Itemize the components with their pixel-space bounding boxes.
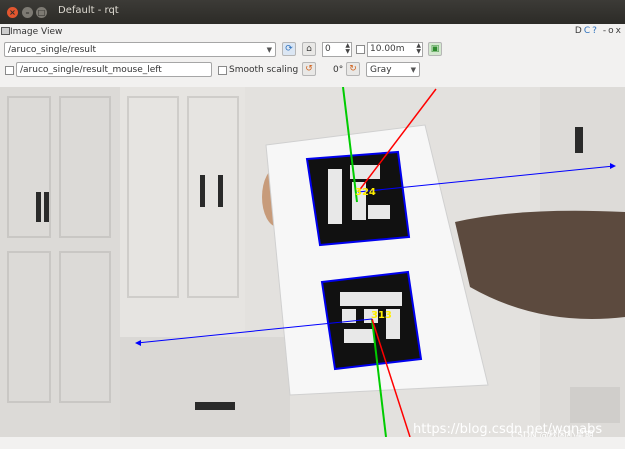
- window-close-button[interactable]: ×: [7, 7, 18, 18]
- topic-combobox[interactable]: /aruco_single/result ▼: [4, 42, 276, 57]
- close-plugin-icon[interactable]: x: [616, 26, 621, 36]
- camera-image: [0, 87, 625, 437]
- mouse-topic-field[interactable]: /aruco_single/result_mouse_left: [16, 62, 212, 77]
- distance-spinbox[interactable]: 10.00m ▲ ▼: [367, 42, 423, 57]
- distance-value: 10.00m: [370, 44, 405, 54]
- topic-value: /aruco_single/result: [8, 45, 97, 55]
- zoom-button[interactable]: ⌂: [302, 42, 316, 56]
- marker-id-label: 313: [371, 310, 392, 321]
- zoom-icon: ⌂: [306, 44, 312, 54]
- window-minimize-button[interactable]: –: [22, 7, 33, 18]
- chevron-down-icon: ▼: [266, 46, 272, 54]
- save-icon: ▣: [430, 44, 440, 54]
- dock-icon[interactable]: D: [575, 26, 582, 36]
- mouse-topic-value: /aruco_single/result_mouse_left: [20, 65, 162, 75]
- minimize-plugin-icon[interactable]: -: [603, 26, 606, 36]
- plugin-title: Image View: [10, 27, 63, 37]
- options-icon[interactable]: o: [608, 26, 614, 36]
- watermark-author: CSDN @秋闲小星期: [511, 431, 594, 437]
- minimize-icon: –: [25, 8, 30, 17]
- spin-arrows-icon: ▲ ▼: [416, 42, 421, 55]
- rotation-spinbox[interactable]: 0 ▲ ▼: [322, 42, 352, 57]
- help-icon[interactable]: ?: [592, 26, 597, 36]
- marker-id-label: 324: [355, 187, 376, 198]
- refresh-icon: ⟳: [285, 44, 293, 54]
- color-scheme-value: Gray: [370, 65, 392, 75]
- color-scheme-combobox[interactable]: Gray ▼: [366, 62, 420, 77]
- image-view-canvas[interactable]: 324 313 https://blog.csdn.net/wqnabs CSD…: [0, 87, 625, 437]
- plugin-header-icons: D C? - o x: [573, 26, 621, 36]
- mouse-publish-checkbox[interactable]: [5, 66, 14, 75]
- status-bar: [0, 437, 625, 449]
- spin-arrows-icon: ▲ ▼: [345, 42, 350, 55]
- close-icon: ×: [9, 8, 16, 17]
- maximize-icon: □: [37, 8, 46, 17]
- image-view-icon: [1, 27, 10, 35]
- rotate-left-icon: ↺: [305, 64, 313, 74]
- chevron-down-icon: ▼: [410, 66, 416, 74]
- rotate-right-icon: ↻: [349, 64, 357, 74]
- rotation-label: 0°: [333, 65, 344, 75]
- reload-icon[interactable]: C: [584, 26, 590, 36]
- window-maximize-button[interactable]: □: [36, 7, 47, 18]
- window-title: Default - rqt: [58, 5, 119, 16]
- refresh-topics-button[interactable]: ⟳: [282, 42, 296, 56]
- distance-checkbox[interactable]: [356, 45, 365, 54]
- window-titlebar: × – □ Default - rqt: [0, 0, 625, 24]
- rotate-left-button[interactable]: ↺: [302, 62, 316, 76]
- rotate-right-button[interactable]: ↻: [346, 62, 360, 76]
- smooth-scaling-label: Smooth scaling: [229, 65, 299, 75]
- plugin-header: Image View D C? - o x: [0, 24, 625, 40]
- smooth-scaling-checkbox[interactable]: [218, 66, 227, 75]
- rotation-spin-value: 0: [325, 44, 331, 54]
- save-image-button[interactable]: ▣: [428, 42, 442, 56]
